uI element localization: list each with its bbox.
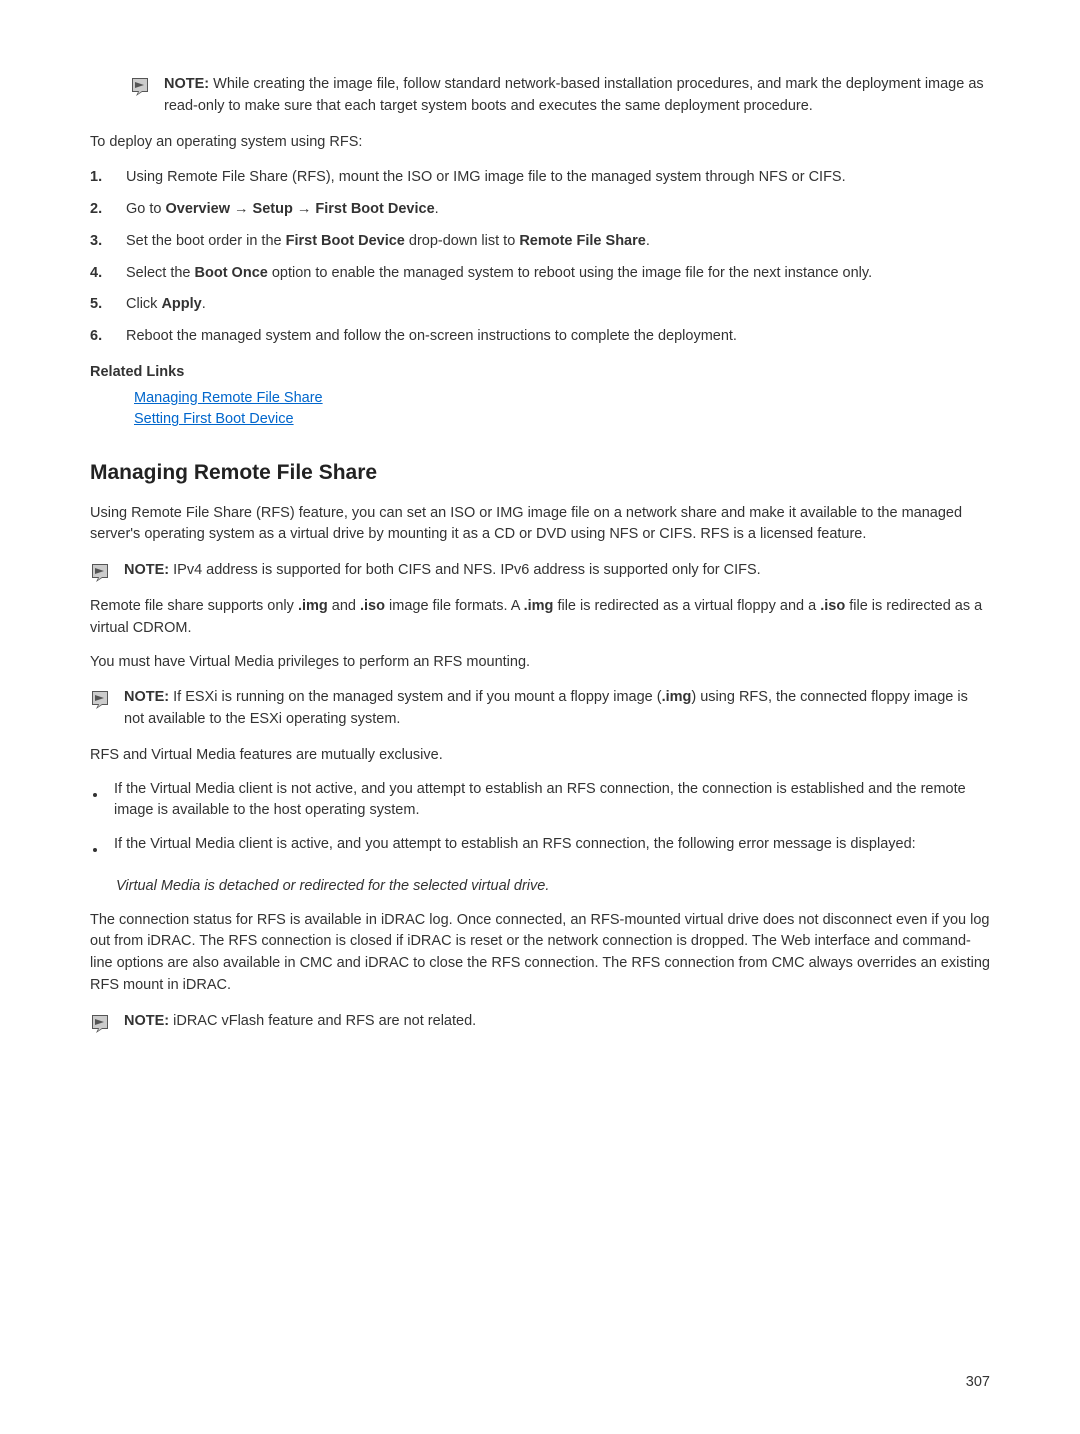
bullet-body: If the Virtual Media client is active, a…	[114, 834, 990, 856]
rfs-bullet-list: If the Virtual Media client is not activ…	[90, 779, 990, 862]
step-bold: Boot Once	[195, 265, 268, 281]
step-number: 1.	[90, 167, 112, 189]
note-bold: .img	[662, 689, 692, 705]
link-setting-first-boot-device[interactable]: Setting First Boot Device	[134, 411, 294, 427]
step-bold: Remote File Share	[519, 233, 646, 249]
lead-in-text: To deploy an operating system using RFS:	[90, 132, 990, 154]
para-text: file is redirected as a virtual floppy a…	[553, 598, 820, 614]
step-text: .	[646, 233, 650, 249]
step-2: 2. Go to Overview → Setup → First Boot D…	[90, 199, 990, 221]
note-block-ipv4: NOTE: IPv4 address is supported for both…	[90, 560, 990, 582]
bullet-icon	[90, 840, 100, 862]
note-text-esxi: NOTE: If ESXi is running on the managed …	[124, 687, 990, 731]
note-icon	[90, 689, 110, 709]
step-bold: First Boot Device	[286, 233, 405, 249]
note-icon	[90, 1013, 110, 1033]
para-bold: .iso	[820, 598, 845, 614]
step-number: 2.	[90, 199, 112, 221]
step-body: Reboot the managed system and follow the…	[126, 326, 990, 348]
step-body: Go to Overview → Setup → First Boot Devi…	[126, 199, 990, 221]
page-number: 307	[966, 1372, 990, 1394]
bullet-item-2: If the Virtual Media client is active, a…	[90, 834, 990, 862]
step-text: Set the boot order in the	[126, 233, 286, 249]
step-5: 5. Click Apply.	[90, 294, 990, 316]
step-number: 4.	[90, 263, 112, 285]
related-links-heading: Related Links	[90, 362, 990, 384]
note-text-ipv4: NOTE: IPv4 address is supported for both…	[124, 560, 990, 582]
note-body: iDRAC vFlash feature and RFS are not rel…	[173, 1013, 476, 1029]
note-label: NOTE:	[124, 562, 173, 578]
italic-error-message: Virtual Media is detached or redirected …	[116, 876, 990, 898]
note-body: While creating the image file, follow st…	[164, 76, 984, 114]
step-text: .	[435, 201, 439, 217]
related-links: Related Links Managing Remote File Share…	[90, 362, 990, 431]
link-managing-remote-file-share[interactable]: Managing Remote File Share	[134, 390, 323, 406]
deploy-steps-list: 1. Using Remote File Share (RFS), mount …	[90, 167, 990, 348]
step-bold: Overview → Setup → First Boot Device	[166, 201, 435, 217]
section-heading-managing-rfs: Managing Remote File Share	[90, 457, 990, 489]
note-label: NOTE:	[124, 1013, 173, 1029]
step-body: Using Remote File Share (RFS), mount the…	[126, 167, 990, 189]
note-block-vflash: NOTE: iDRAC vFlash feature and RFS are n…	[90, 1011, 990, 1033]
para-text: Remote file share supports only	[90, 598, 298, 614]
step-text: Go to	[126, 201, 166, 217]
step-text: drop-down list to	[405, 233, 519, 249]
note-label: NOTE:	[164, 76, 213, 92]
note-block-esxi: NOTE: If ESXi is running on the managed …	[90, 687, 990, 731]
para-bold: .img	[298, 598, 328, 614]
step-number: 3.	[90, 231, 112, 253]
step-number: 6.	[90, 326, 112, 348]
note-label: NOTE:	[124, 689, 173, 705]
note-text-1: NOTE: While creating the image file, fol…	[164, 74, 990, 118]
step-text: .	[202, 296, 206, 312]
para-text: image file formats. A	[385, 598, 524, 614]
paragraph-rfs-intro: Using Remote File Share (RFS) feature, y…	[90, 503, 990, 547]
paragraph-formats: Remote file share supports only .img and…	[90, 596, 990, 640]
step-text: Select the	[126, 265, 195, 281]
paragraph-privileges: You must have Virtual Media privileges t…	[90, 652, 990, 674]
step-body: Click Apply.	[126, 294, 990, 316]
step-text: option to enable the managed system to r…	[268, 265, 872, 281]
paragraph-connection-status: The connection status for RFS is availab…	[90, 910, 990, 997]
step-text: Click	[126, 296, 161, 312]
step-body: Set the boot order in the First Boot Dev…	[126, 231, 990, 253]
bullet-item-1: If the Virtual Media client is not activ…	[90, 779, 990, 823]
bullet-body: If the Virtual Media client is not activ…	[114, 779, 990, 823]
note-icon	[130, 76, 150, 96]
note-block-1: NOTE: While creating the image file, fol…	[130, 74, 990, 118]
step-body: Select the Boot Once option to enable th…	[126, 263, 990, 285]
paragraph-mutually-exclusive: RFS and Virtual Media features are mutua…	[90, 745, 990, 767]
step-1: 1. Using Remote File Share (RFS), mount …	[90, 167, 990, 189]
step-bold: Apply	[161, 296, 201, 312]
step-number: 5.	[90, 294, 112, 316]
note-icon	[90, 562, 110, 582]
bullet-icon	[90, 785, 100, 807]
para-text: and	[328, 598, 360, 614]
related-links-list: Managing Remote File Share Setting First…	[134, 388, 990, 432]
step-3: 3. Set the boot order in the First Boot …	[90, 231, 990, 253]
step-6: 6. Reboot the managed system and follow …	[90, 326, 990, 348]
note-body: If ESXi is running on the managed system…	[173, 689, 661, 705]
note-body: IPv4 address is supported for both CIFS …	[173, 562, 761, 578]
step-4: 4. Select the Boot Once option to enable…	[90, 263, 990, 285]
para-bold: .img	[524, 598, 554, 614]
para-bold: .iso	[360, 598, 385, 614]
note-text-vflash: NOTE: iDRAC vFlash feature and RFS are n…	[124, 1011, 990, 1033]
